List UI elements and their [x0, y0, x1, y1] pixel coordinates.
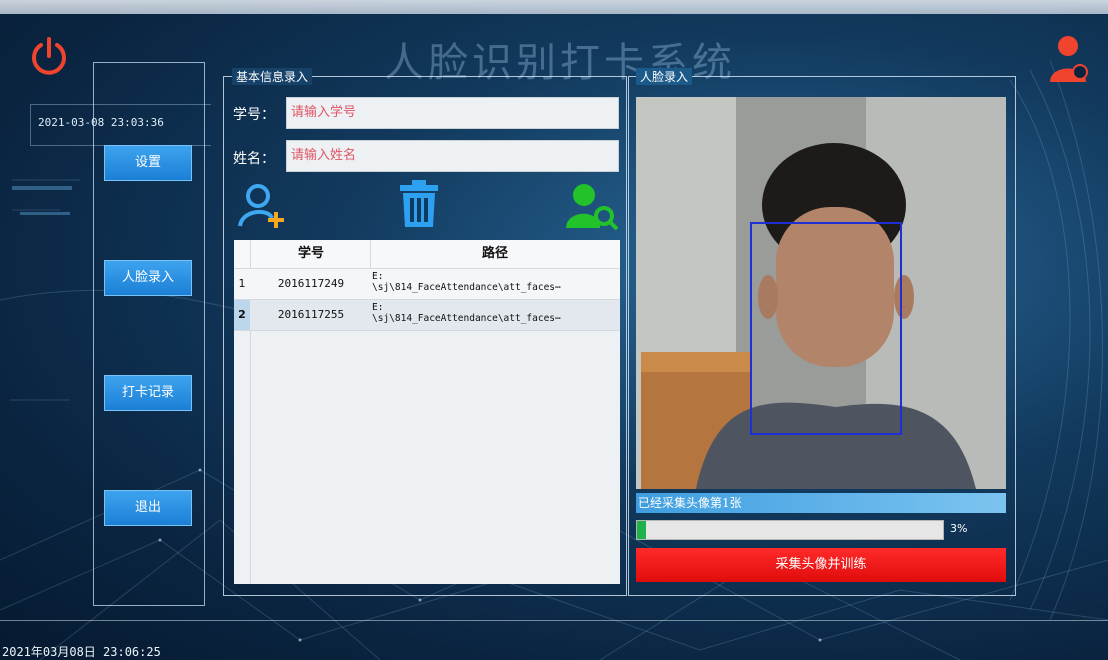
column-header-id[interactable]: 学号	[252, 240, 370, 268]
path-cell[interactable]: E: \sj\814_FaceAttendance\att_faces⋯	[372, 302, 618, 330]
face-enroll-group-label: 人脸录入	[636, 68, 693, 85]
top-toolbar-strip	[0, 0, 1108, 14]
student-id-cell[interactable]: 2016117255	[252, 300, 370, 330]
capture-and-train-button[interactable]: 采集头像并训练	[636, 548, 1006, 582]
search-user-icon[interactable]	[566, 182, 618, 230]
camera-preview	[636, 97, 1006, 489]
table-row[interactable]: 2 2016117255 E: \sj\814_FaceAttendance\a…	[234, 300, 620, 331]
add-user-icon[interactable]	[238, 182, 290, 230]
power-icon[interactable]	[28, 36, 70, 78]
path-cell[interactable]: E: \sj\814_FaceAttendance\att_faces⋯	[372, 271, 618, 299]
bottom-datetime: 2021年03月08日 23:06:25	[2, 645, 161, 659]
settings-button[interactable]: 设置	[104, 145, 192, 181]
table-row[interactable]: 1 2016117249 E: \sj\814_FaceAttendance\a…	[234, 269, 620, 300]
student-id-cell[interactable]: 2016117249	[252, 269, 370, 299]
basic-info-group-label: 基本信息录入	[232, 68, 313, 85]
camera-frame-image	[636, 97, 1006, 489]
student-id-label: 学号：	[233, 107, 275, 123]
progress-percent: 3%	[950, 522, 968, 535]
name-label: 姓名：	[233, 151, 275, 167]
column-header-path[interactable]: 路径	[372, 240, 618, 268]
bottom-divider	[0, 620, 1108, 621]
row-number: 2	[234, 300, 250, 330]
checkin-records-button[interactable]: 打卡记录	[104, 375, 192, 411]
face-enroll-button[interactable]: 人脸录入	[104, 260, 192, 296]
user-avatar-icon[interactable]	[1046, 34, 1090, 86]
progress-fill	[637, 521, 647, 539]
capture-progress-bar	[636, 520, 944, 540]
student-id-input[interactable]: 请输入学号	[286, 97, 619, 129]
exit-button[interactable]: 退出	[104, 490, 192, 526]
table-header: 学号 路径	[234, 240, 620, 269]
student-table: 学号 路径 1 2016117249 E: \sj\814_FaceAttend…	[234, 240, 620, 584]
row-number: 1	[238, 277, 246, 290]
capture-status: 已经采集头像第1张	[636, 493, 1006, 513]
trash-icon[interactable]	[400, 180, 438, 228]
name-input[interactable]: 请输入姓名	[286, 140, 619, 172]
